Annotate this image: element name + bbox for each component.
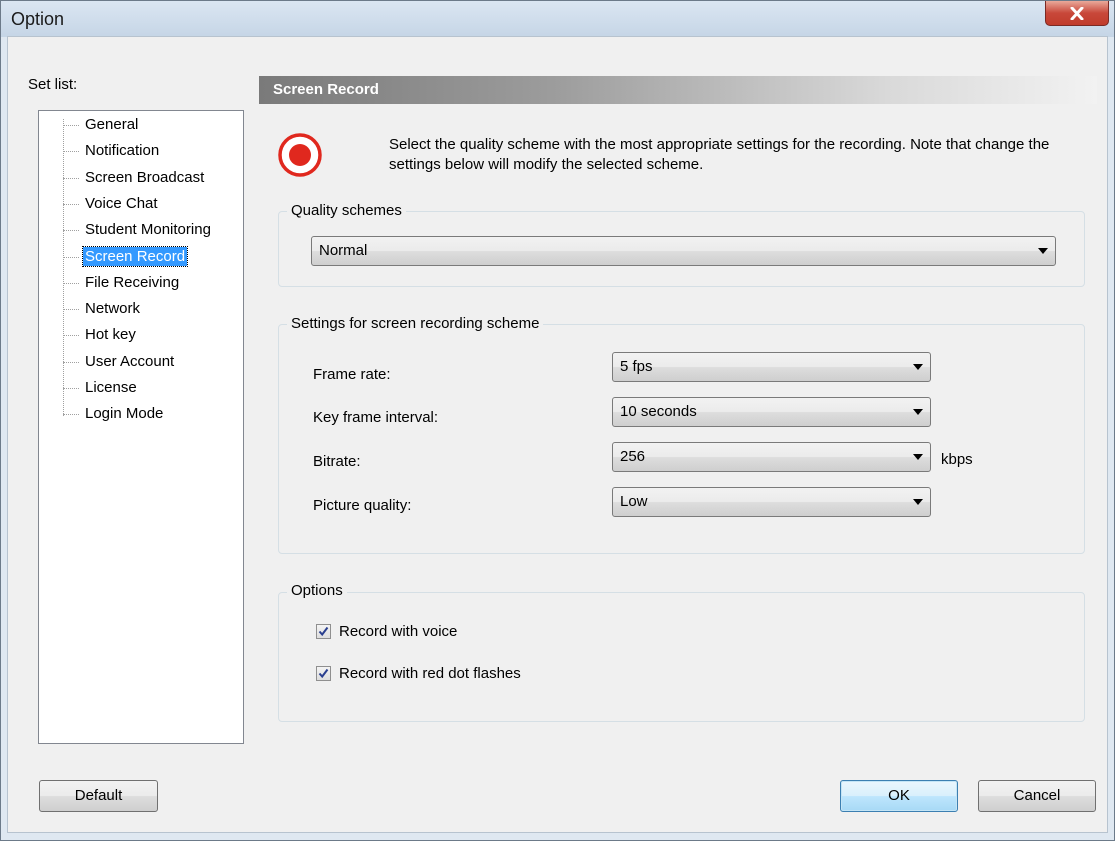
sidebar-item-student-monitoring[interactable]: Student Monitoring [39, 218, 213, 242]
set-list-label: Set list: [28, 76, 78, 93]
key-frame-value: 10 seconds [620, 403, 697, 420]
record-voice-checkbox[interactable] [316, 624, 331, 639]
sidebar-item-general[interactable]: General [39, 113, 140, 137]
description-text: Select the quality scheme with the most … [389, 136, 1050, 173]
sidebar-item-label: User Account [85, 353, 175, 370]
default-button[interactable]: Default [39, 780, 158, 812]
sidebar-item-notification[interactable]: Notification [39, 139, 161, 163]
sidebar-item-hot-key[interactable]: Hot key [39, 323, 138, 347]
red-dot-label[interactable]: Record with red dot flashes [339, 665, 521, 682]
bitrate-select[interactable]: 256 [612, 442, 931, 472]
picture-quality-label: Picture quality: [313, 497, 412, 514]
key-frame-select[interactable]: 10 seconds [612, 397, 931, 427]
title-bar: Option [1, 1, 1114, 37]
close-button[interactable] [1045, 1, 1109, 26]
sidebar-item-label: Screen Broadcast [85, 169, 205, 186]
red-dot-checkbox[interactable] [316, 666, 331, 681]
bitrate-value: 256 [620, 448, 646, 465]
sidebar-item-screen-record[interactable]: Screen Record [39, 245, 189, 269]
sidebar-item-label: Student Monitoring [85, 221, 211, 238]
picture-quality-select[interactable]: Low [612, 487, 931, 517]
sidebar-item-label: Voice Chat [85, 195, 158, 212]
set-list-tree: General Notification Screen Broadcast Vo… [38, 110, 244, 744]
chevron-down-icon [913, 454, 923, 460]
cancel-button[interactable]: Cancel [978, 780, 1096, 812]
frame-rate-label: Frame rate: [313, 366, 391, 383]
chevron-down-icon [1038, 248, 1048, 254]
record-voice-label[interactable]: Record with voice [339, 623, 457, 640]
record-icon [278, 133, 322, 177]
quality-schemes-title: Quality schemes [287, 202, 406, 219]
sidebar-item-label: Notification [85, 142, 160, 159]
sidebar-item-label: Screen Record [81, 246, 189, 267]
picture-quality-value: Low [620, 493, 648, 510]
bitrate-label: Bitrate: [313, 453, 361, 470]
frame-rate-select[interactable]: 5 fps [612, 352, 931, 382]
sidebar-item-label: File Receiving [85, 274, 180, 291]
sidebar-item-label: Network [85, 300, 141, 317]
quality-scheme-value: Normal [319, 242, 368, 259]
close-icon [1070, 6, 1084, 20]
sidebar-item-license[interactable]: License [39, 376, 139, 400]
window-title: Option [11, 9, 65, 29]
options-group-title: Options [287, 582, 347, 599]
chevron-down-icon [913, 364, 923, 370]
sidebar-item-label: License [85, 379, 137, 396]
chevron-down-icon [913, 499, 923, 505]
section-header: Screen Record [259, 76, 1097, 104]
checkmark-icon [318, 626, 329, 637]
quality-scheme-select[interactable]: Normal [311, 236, 1056, 266]
key-frame-label: Key frame interval: [313, 409, 439, 426]
settings-group-title: Settings for screen recording scheme [287, 315, 544, 332]
checkmark-icon [318, 668, 329, 679]
chevron-down-icon [913, 409, 923, 415]
sidebar-item-network[interactable]: Network [39, 297, 142, 321]
options-group [278, 592, 1085, 722]
sidebar-item-login-mode[interactable]: Login Mode [39, 402, 165, 426]
sidebar-item-label: Hot key [85, 326, 136, 343]
ok-button[interactable]: OK [840, 780, 958, 812]
sidebar-item-voice-chat[interactable]: Voice Chat [39, 192, 160, 216]
sidebar-item-label: Login Mode [85, 405, 164, 422]
sidebar-item-file-receiving[interactable]: File Receiving [39, 271, 181, 295]
sidebar-item-label: General [85, 116, 139, 133]
frame-rate-value: 5 fps [620, 358, 653, 375]
sidebar-item-screen-broadcast[interactable]: Screen Broadcast [39, 166, 206, 190]
sidebar-item-user-account[interactable]: User Account [39, 350, 176, 374]
bitrate-unit: kbps [941, 451, 973, 468]
